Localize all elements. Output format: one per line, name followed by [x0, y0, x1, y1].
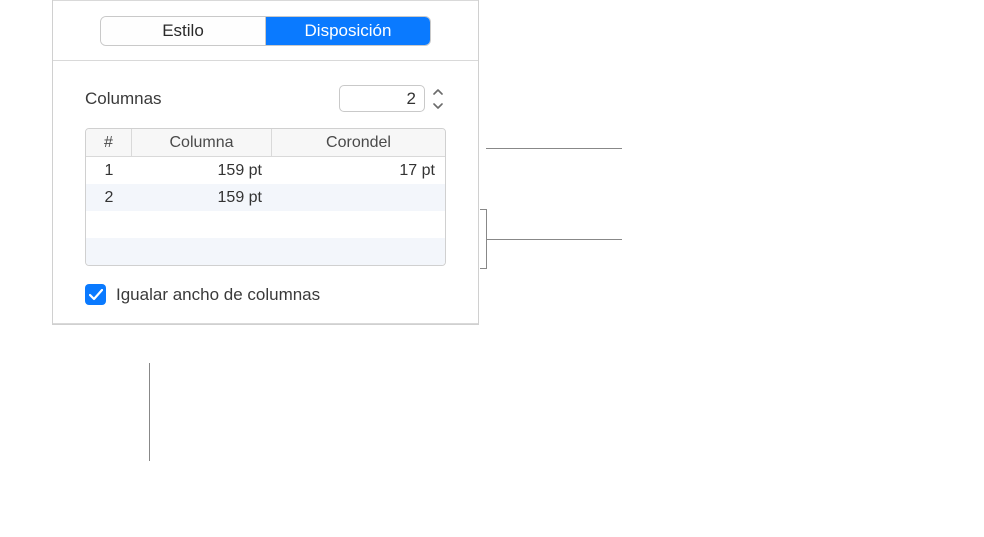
- chevron-up-icon: [433, 89, 443, 96]
- equal-width-row: Igualar ancho de columnas: [85, 284, 446, 305]
- columns-value-input[interactable]: [339, 85, 425, 112]
- bottom-divider: [53, 323, 478, 324]
- table-row[interactable]: 2 159 pt: [86, 184, 445, 211]
- format-inspector-panel: Estilo Disposición Columnas: [52, 0, 479, 325]
- header-num: #: [86, 129, 132, 156]
- columns-stepper: [339, 85, 446, 112]
- callout-line: [486, 239, 622, 240]
- table-row[interactable]: [86, 238, 445, 265]
- equal-width-checkbox[interactable]: [85, 284, 106, 305]
- cell-num: 2: [86, 189, 132, 207]
- stepper-buttons: [429, 85, 446, 112]
- tab-style-label: Estilo: [162, 21, 204, 41]
- segmented-control: Estilo Disposición: [100, 16, 431, 46]
- table-row[interactable]: 1 159 pt 17 pt: [86, 157, 445, 184]
- cell-gutter: 17 pt: [272, 162, 445, 180]
- chevron-down-icon: [433, 102, 443, 109]
- table-header: # Columna Corondel: [86, 129, 445, 157]
- columns-header-row: Columnas: [85, 85, 446, 112]
- header-column: Columna: [132, 129, 272, 156]
- callout-line: [149, 363, 150, 461]
- callout-line: [486, 148, 622, 149]
- stepper-down-button[interactable]: [429, 99, 446, 112]
- cell-num: 1: [86, 162, 132, 180]
- cell-column: 159 pt: [132, 162, 272, 180]
- tabs-section: Estilo Disposición: [53, 1, 478, 60]
- header-gutter: Corondel: [272, 129, 445, 156]
- equal-width-label: Igualar ancho de columnas: [116, 285, 320, 305]
- table-row[interactable]: [86, 211, 445, 238]
- columns-table: # Columna Corondel 1 159 pt 17 pt 2 159 …: [85, 128, 446, 266]
- columns-section: Columnas # Columna Corondel: [53, 61, 478, 323]
- tab-layout-label: Disposición: [305, 21, 392, 41]
- tab-layout[interactable]: Disposición: [266, 17, 430, 45]
- cell-column: 159 pt: [132, 189, 272, 207]
- stepper-up-button[interactable]: [429, 86, 446, 99]
- table-body: 1 159 pt 17 pt 2 159 pt: [86, 157, 445, 265]
- checkmark-icon: [89, 289, 103, 301]
- tab-style[interactable]: Estilo: [101, 17, 265, 45]
- columns-label: Columnas: [85, 89, 162, 109]
